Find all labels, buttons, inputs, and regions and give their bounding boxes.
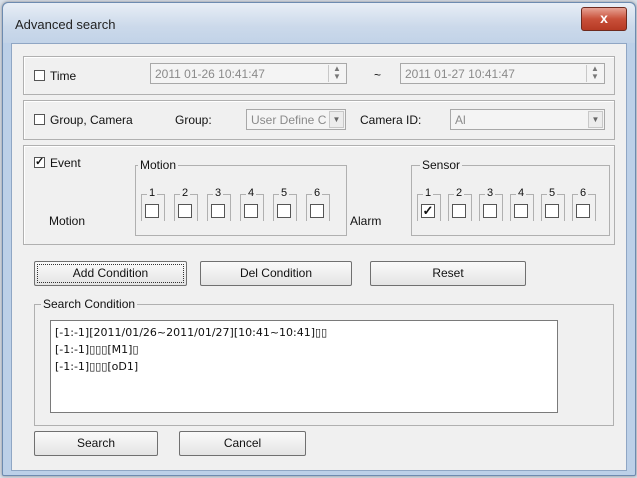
channel-number: 4 [246, 187, 257, 199]
advanced-search-dialog: Advanced search x Time 2011 01-26 10:41:… [2, 2, 636, 476]
time-to-field[interactable]: 2011 01-27 10:41:47 ▲ ▼ [400, 63, 605, 84]
sensor-1-checkbox[interactable]: ✓ [421, 204, 435, 218]
event-label: Event [50, 156, 81, 170]
time-label: Time [50, 69, 77, 83]
channel-number: 1 [423, 187, 434, 199]
event-checkbox[interactable]: ✓ [34, 157, 45, 168]
sensor-channel-2: 2 [448, 187, 472, 221]
motion-2-checkbox[interactable] [178, 204, 192, 218]
chevron-down-icon[interactable]: ▼ [329, 111, 344, 128]
motion-row-label: Motion [49, 214, 86, 228]
time-from-field[interactable]: 2011 01-26 10:41:47 ▲ ▼ [150, 63, 347, 84]
sensor-3-checkbox[interactable] [483, 204, 497, 218]
motion-channel-5: 5 [273, 187, 297, 221]
motion-legend: Motion [138, 158, 179, 172]
motion-1-checkbox[interactable] [145, 204, 159, 218]
motion-channel-6: 6 [306, 187, 330, 221]
motion-4-checkbox[interactable] [244, 204, 258, 218]
title-bar[interactable]: Advanced search x [3, 3, 635, 43]
group-camera-group: Group, Camera Group: User Define C ▼ Cam… [23, 100, 615, 140]
sensor-channel-3: 3 [479, 187, 503, 221]
time-range-separator: ~ [374, 68, 382, 82]
group-dropdown-value: User Define C [251, 113, 327, 127]
sensor-legend: Sensor [420, 158, 463, 172]
sensor-channel-6: 6 [572, 187, 596, 221]
motion-subgroup: Motion 1 2 3 4 5 6 [135, 158, 347, 236]
sensor-2-checkbox[interactable] [452, 204, 466, 218]
dialog-body: Time 2011 01-26 10:41:47 ▲ ▼ ~ 2011 01-27… [11, 43, 627, 471]
channel-number: 6 [312, 187, 323, 199]
channel-number: 6 [578, 187, 589, 199]
motion-5-checkbox[interactable] [277, 204, 291, 218]
motion-3-checkbox[interactable] [211, 204, 225, 218]
group-camera-checkbox[interactable] [34, 114, 45, 125]
channel-number: 1 [147, 187, 158, 199]
sensor-channel-5: 5 [541, 187, 565, 221]
time-to-value: 2011 01-27 10:41:47 [405, 67, 515, 81]
alarm-row-label: Alarm [350, 214, 382, 228]
search-condition-legend: Search Condition [41, 297, 138, 311]
channel-number: 5 [279, 187, 290, 199]
time-from-value: 2011 01-26 10:41:47 [155, 67, 265, 81]
time-group: Time 2011 01-26 10:41:47 ▲ ▼ ~ 2011 01-27… [23, 56, 615, 95]
close-button[interactable]: x [581, 7, 627, 31]
check-icon: ✓ [35, 156, 45, 168]
list-item[interactable]: [-1:-1]▯▯▯[oD1] [55, 358, 553, 375]
search-button[interactable]: Search [34, 431, 158, 456]
channel-number: 3 [213, 187, 224, 199]
group-camera-label: Group, Camera [50, 113, 133, 127]
channel-number: 4 [516, 187, 527, 199]
camera-id-label: Camera ID: [360, 113, 422, 127]
add-condition-button[interactable]: Add Condition [34, 261, 187, 286]
group-dropdown[interactable]: User Define C ▼ [246, 109, 346, 130]
channel-number: 2 [454, 187, 465, 199]
list-item[interactable]: [-1:-1][2011/01/26~2011/01/27][10:41~10:… [55, 324, 553, 341]
check-icon: ✓ [422, 203, 434, 218]
time-from-spinner[interactable]: ▲ ▼ [328, 65, 345, 82]
dialog-title: Advanced search [15, 17, 116, 32]
del-condition-button[interactable]: Del Condition [200, 261, 352, 286]
sensor-4-checkbox[interactable] [514, 204, 528, 218]
time-checkbox[interactable] [34, 70, 45, 81]
channel-number: 3 [485, 187, 496, 199]
channel-number: 5 [547, 187, 558, 199]
chevron-down-icon[interactable]: ▼ [588, 111, 603, 128]
motion-channel-1: 1 [141, 187, 165, 221]
channel-number: 2 [180, 187, 191, 199]
sensor-6-checkbox[interactable] [576, 204, 590, 218]
search-condition-list[interactable]: [-1:-1][2011/01/26~2011/01/27][10:41~10:… [50, 320, 558, 413]
camera-id-dropdown[interactable]: Al ▼ [450, 109, 605, 130]
sensor-5-checkbox[interactable] [545, 204, 559, 218]
motion-channel-4: 4 [240, 187, 264, 221]
event-group: ✓ Event Motion Motion 1 2 3 4 5 6 Alarm … [23, 145, 615, 245]
cancel-button[interactable]: Cancel [179, 431, 306, 456]
reset-button[interactable]: Reset [370, 261, 526, 286]
sensor-channel-4: 4 [510, 187, 534, 221]
group-label: Group: [175, 113, 212, 127]
time-to-spinner[interactable]: ▲ ▼ [586, 65, 603, 82]
camera-id-value: Al [455, 113, 466, 127]
list-item[interactable]: [-1:-1]▯▯▯[M1]▯ [55, 341, 553, 358]
motion-channel-3: 3 [207, 187, 231, 221]
sensor-channel-1: 1 ✓ [417, 187, 441, 221]
motion-channel-2: 2 [174, 187, 198, 221]
sensor-subgroup: Sensor 1 ✓ 2 3 4 5 6 [411, 158, 610, 236]
motion-6-checkbox[interactable] [310, 204, 324, 218]
